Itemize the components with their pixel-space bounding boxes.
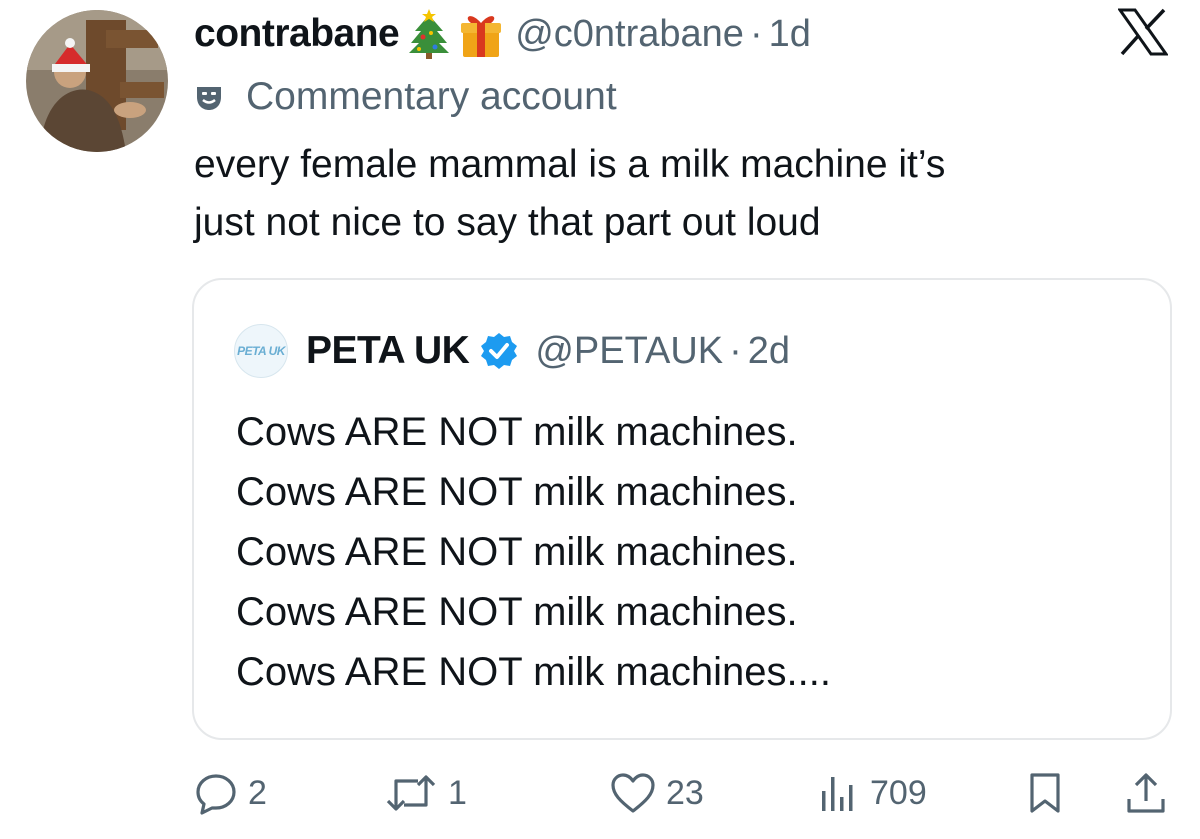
quoted-tweet-timestamp[interactable]: 2d — [748, 330, 790, 373]
views-icon — [822, 777, 853, 811]
x-logo-icon — [1118, 8, 1168, 56]
repost-button[interactable]: 1 — [384, 760, 467, 826]
bookmark-button[interactable] — [1028, 760, 1062, 826]
view-count: 709 — [870, 773, 927, 812]
author-handle[interactable]: @c0ntrabane — [515, 13, 744, 56]
gift-icon — [459, 9, 503, 59]
avatar-image — [26, 10, 168, 152]
repost-count: 1 — [448, 773, 467, 812]
reply-icon — [196, 774, 236, 815]
share-button[interactable] — [1124, 760, 1168, 826]
theater-mask-icon — [194, 82, 224, 112]
tweet-text: every female mammal is a milk machine it… — [194, 143, 946, 244]
reply-button[interactable]: 2 — [194, 760, 267, 826]
christmas-tree-icon — [407, 9, 451, 59]
share-icon — [1127, 773, 1165, 813]
commentary-label: Commentary account — [194, 72, 617, 122]
tweet-action-bar: 2 1 23 709 — [0, 760, 1200, 826]
quoted-tweet-text: Cows ARE NOT milk machines. Cows ARE NOT… — [236, 402, 831, 702]
quoted-header-separator: · — [729, 329, 742, 372]
quoted-tweet-header: PETA UK PETA UK @PETAUK · 2d — [234, 324, 790, 378]
quoted-text-line: Cows ARE NOT milk machines. — [236, 470, 798, 514]
bookmark-icon — [1030, 773, 1060, 813]
verified-badge-icon — [479, 331, 519, 371]
header-separator: · — [749, 12, 763, 55]
quoted-author-display-name[interactable]: PETA UK — [306, 329, 470, 373]
quoted-text-line: Cows ARE NOT milk machines. — [236, 410, 798, 454]
heart-icon — [611, 773, 655, 813]
like-button[interactable]: 23 — [610, 760, 704, 826]
quoted-text-line: Cows ARE NOT milk machines. — [236, 590, 798, 634]
author-avatar[interactable] — [26, 10, 168, 152]
quoted-text-line: Cows ARE NOT milk machines.... — [236, 650, 831, 694]
quoted-author-handle[interactable]: @PETAUK — [535, 330, 723, 373]
views-button[interactable]: 709 — [818, 760, 927, 826]
commentary-account-text: Commentary account — [246, 75, 617, 118]
quoted-author-avatar[interactable]: PETA UK — [234, 324, 288, 378]
quoted-tweet-card[interactable]: PETA UK PETA UK @PETAUK · 2d Cows ARE NO… — [192, 278, 1172, 740]
author-display-name[interactable]: contrabane — [194, 12, 400, 56]
repost-icon — [386, 775, 436, 811]
reply-count: 2 — [248, 773, 267, 812]
tweet-timestamp[interactable]: 1d — [769, 13, 811, 56]
quoted-text-line: Cows ARE NOT milk machines. — [236, 530, 798, 574]
quoted-avatar-logo: PETA UK — [237, 344, 285, 358]
tweet-header: contrabane @c0ntrabane · 1d — [194, 6, 811, 62]
like-count: 23 — [666, 773, 704, 812]
